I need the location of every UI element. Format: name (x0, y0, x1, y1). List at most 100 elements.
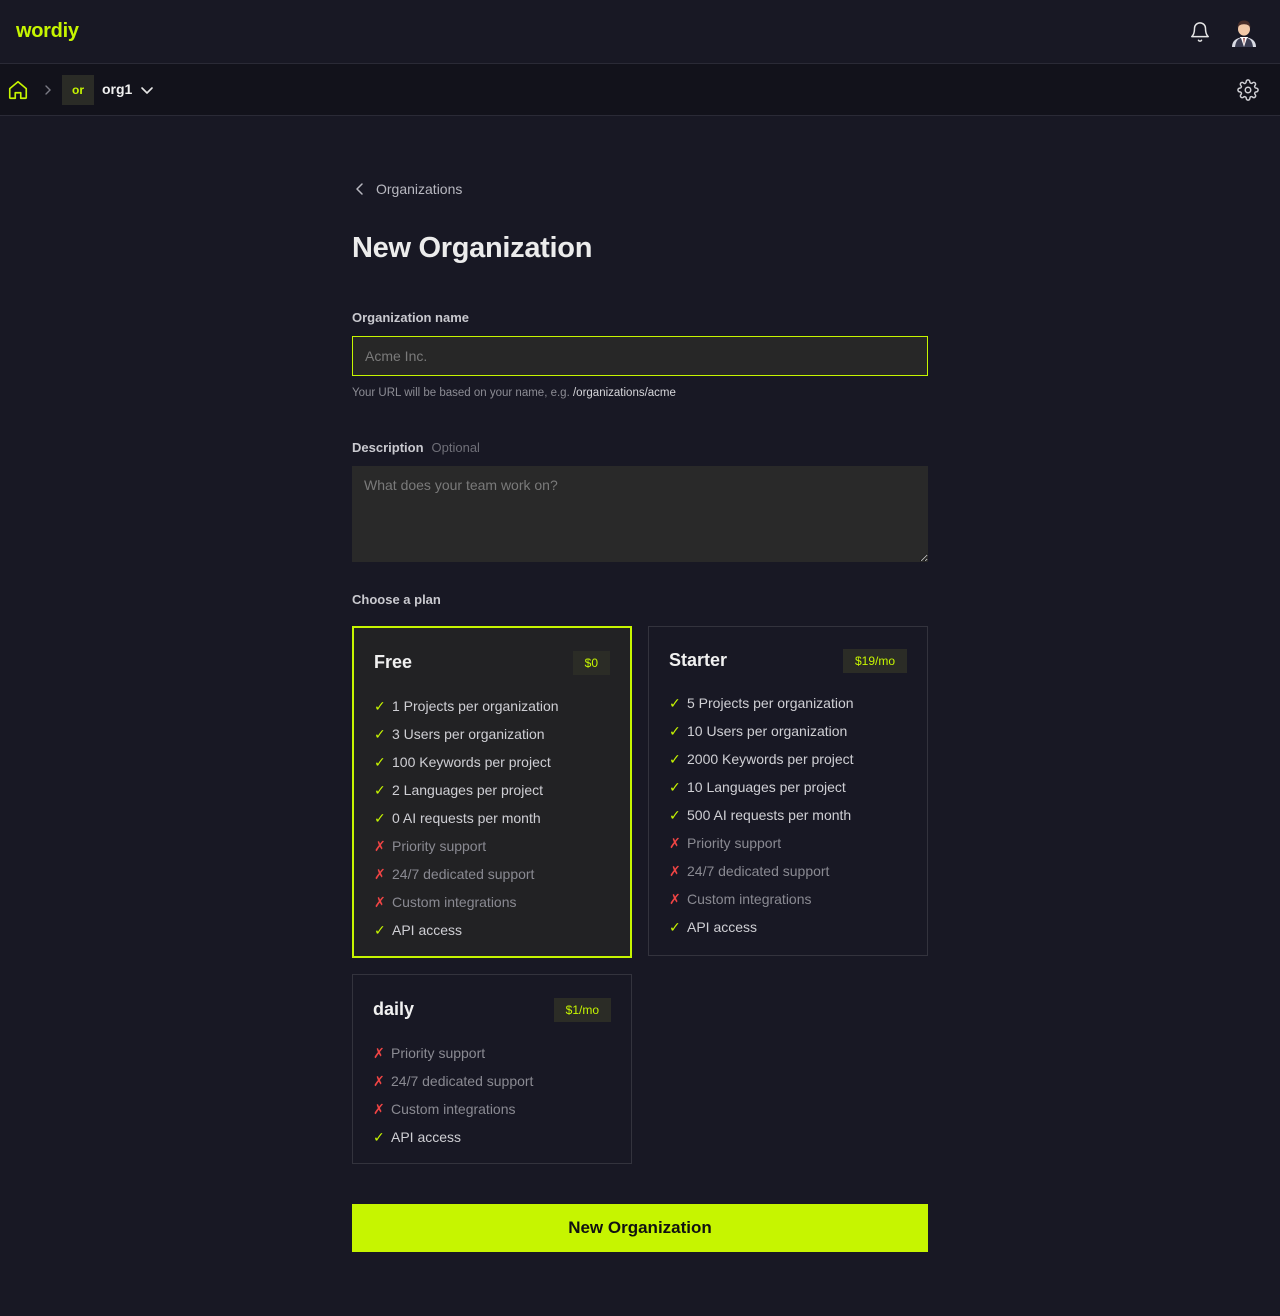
cross-icon: ✗ (374, 894, 386, 910)
plan-feature-text: Custom integrations (687, 891, 812, 907)
plan-feature-text: 100 Keywords per project (392, 754, 551, 770)
check-icon: ✓ (374, 754, 386, 770)
app-logo[interactable]: wordiy (16, 20, 79, 43)
cross-icon: ✗ (373, 1101, 385, 1117)
org-name-label: Organization name (352, 310, 470, 325)
chevron-left-icon (356, 183, 363, 195)
check-icon: ✓ (669, 919, 681, 935)
check-icon: ✓ (373, 1129, 385, 1145)
cross-icon: ✗ (669, 891, 681, 907)
plan-feature-text: API access (687, 919, 758, 935)
plan-feature: ✓ 10 Users per organization (669, 717, 854, 745)
choose-plan-label: Choose a plan (352, 592, 441, 607)
plan-feature-text: 3 Users per organization (392, 726, 545, 742)
plan-feature-text: API access (391, 1129, 462, 1145)
plan-feature: ✓ 0 AI requests per month (374, 804, 559, 832)
description-label: Description Optional (352, 440, 480, 455)
url-hint-example: /organizations/acme (572, 387, 676, 399)
plan-name: Free (374, 652, 413, 672)
plan-feature: ✓ 500 AI requests per month (669, 801, 854, 829)
plan-name: Starter (669, 650, 728, 670)
check-icon: ✓ (374, 782, 386, 798)
check-icon: ✓ (669, 807, 681, 823)
check-icon: ✓ (374, 922, 386, 938)
plan-feature: ✓ API access (669, 913, 854, 941)
plan-feature: ✓ 3 Users per organization (374, 720, 559, 748)
plan-feature: ✗ Custom integrations (373, 1095, 533, 1123)
cross-icon: ✗ (374, 866, 386, 882)
check-icon: ✓ (669, 695, 681, 711)
plan-feature: ✓ 100 Keywords per project (374, 748, 559, 776)
plan-feature: ✓ 2 Languages per project (374, 776, 559, 804)
plan-price-badge: $19/mo (842, 649, 907, 673)
bell-icon[interactable] (1189, 21, 1211, 43)
page-title: New Organization (352, 232, 593, 264)
url-hint-text: Your URL will be based on your name, e.g… (352, 387, 573, 399)
feature-list: ✓ 1 Projects per organization ✓ 3 Users per… (374, 692, 559, 944)
home-icon[interactable] (7, 79, 29, 101)
plan-feature-text: 0 AI requests per month (392, 810, 541, 826)
breadcrumb-bar (0, 64, 1280, 116)
cross-icon: ✗ (669, 835, 681, 851)
plan-feature-text: 2000 Keywords per project (687, 751, 854, 767)
feature-list: ✓ 5 Projects per organization ✓ 10 Users pe… (669, 689, 854, 941)
chevron-down-icon[interactable] (139, 82, 155, 98)
plan-card-free[interactable]: Free $0 ✓ 1 Projects per organization ✓ 3 U… (352, 626, 632, 958)
gear-icon[interactable] (1237, 79, 1259, 101)
plan-feature: ✓ 1 Projects per organization (374, 692, 559, 720)
plan-card-starter[interactable]: Starter $19/mo ✓ 5 Projects per organizat… (648, 626, 928, 956)
chevron-right-icon (45, 85, 51, 95)
plan-feature: ✗ Priority support (373, 1039, 533, 1067)
back-link-label: Organizations (376, 181, 463, 197)
optional-tag: Optional (431, 440, 480, 455)
plan-card-daily[interactable]: daily $1/mo ✗ Priority support ✗ 24/7 dedic… (352, 974, 632, 1164)
plan-feature: ✓ 2000 Keywords per project (669, 745, 854, 773)
plan-feature: ✗ Priority support (669, 829, 854, 857)
cross-icon: ✗ (374, 838, 386, 854)
plan-price-badge: $0 (572, 651, 610, 675)
org-badge[interactable]: or (62, 75, 94, 105)
plan-feature-text: 24/7 dedicated support (391, 1073, 534, 1089)
plan-feature-text: 10 Languages per project (687, 779, 846, 795)
plan-name: daily (373, 999, 415, 1019)
user-avatar[interactable] (1230, 17, 1258, 47)
plan-feature: ✓ API access (374, 916, 559, 944)
check-icon: ✓ (374, 726, 386, 742)
plan-feature-text: 5 Projects per organization (687, 695, 854, 711)
plan-feature: ✗ Priority support (374, 832, 559, 860)
plan-feature-text: Custom integrations (391, 1101, 516, 1117)
top-bar (0, 0, 1280, 64)
org-switcher[interactable]: org1 (102, 81, 132, 97)
cross-icon: ✗ (669, 863, 681, 879)
check-icon: ✓ (669, 723, 681, 739)
plan-feature: ✓ 10 Languages per project (669, 773, 854, 801)
description-textarea[interactable] (352, 466, 928, 562)
plan-feature: ✗ Custom integrations (374, 888, 559, 916)
plan-feature-text: 24/7 dedicated support (392, 866, 535, 882)
plan-feature-text: 500 AI requests per month (687, 807, 852, 823)
plan-feature-text: 1 Projects per organization (392, 698, 559, 714)
plan-feature-text: 10 Users per organization (687, 723, 848, 739)
plan-feature: ✓ 5 Projects per organization (669, 689, 854, 717)
check-icon: ✓ (669, 779, 681, 795)
back-to-organizations-link[interactable]: Organizations (352, 181, 462, 197)
plan-feature-text: API access (392, 922, 463, 938)
plan-feature-text: 2 Languages per project (392, 782, 543, 798)
plan-feature-text: Priority support (392, 838, 487, 854)
description-label-text: Description (352, 440, 424, 455)
url-hint: Your URL will be based on your name, e.g… (352, 387, 676, 399)
plan-feature-text: Priority support (391, 1045, 486, 1061)
feature-list: ✗ Priority support ✗ 24/7 dedicated support… (373, 1039, 533, 1151)
create-organization-button[interactable]: New Organization (352, 1204, 928, 1252)
plan-feature-text: 24/7 dedicated support (687, 863, 830, 879)
plan-feature-text: Custom integrations (392, 894, 517, 910)
org-name-input[interactable] (352, 336, 928, 376)
plan-feature: ✗ 24/7 dedicated support (373, 1067, 533, 1095)
plan-feature: ✗ 24/7 dedicated support (374, 860, 559, 888)
plan-feature: ✗ Custom integrations (669, 885, 854, 913)
check-icon: ✓ (374, 698, 386, 714)
cross-icon: ✗ (373, 1073, 385, 1089)
plan-feature-text: Priority support (687, 835, 782, 851)
check-icon: ✓ (669, 751, 681, 767)
plan-price-badge: $1/mo (553, 998, 611, 1022)
